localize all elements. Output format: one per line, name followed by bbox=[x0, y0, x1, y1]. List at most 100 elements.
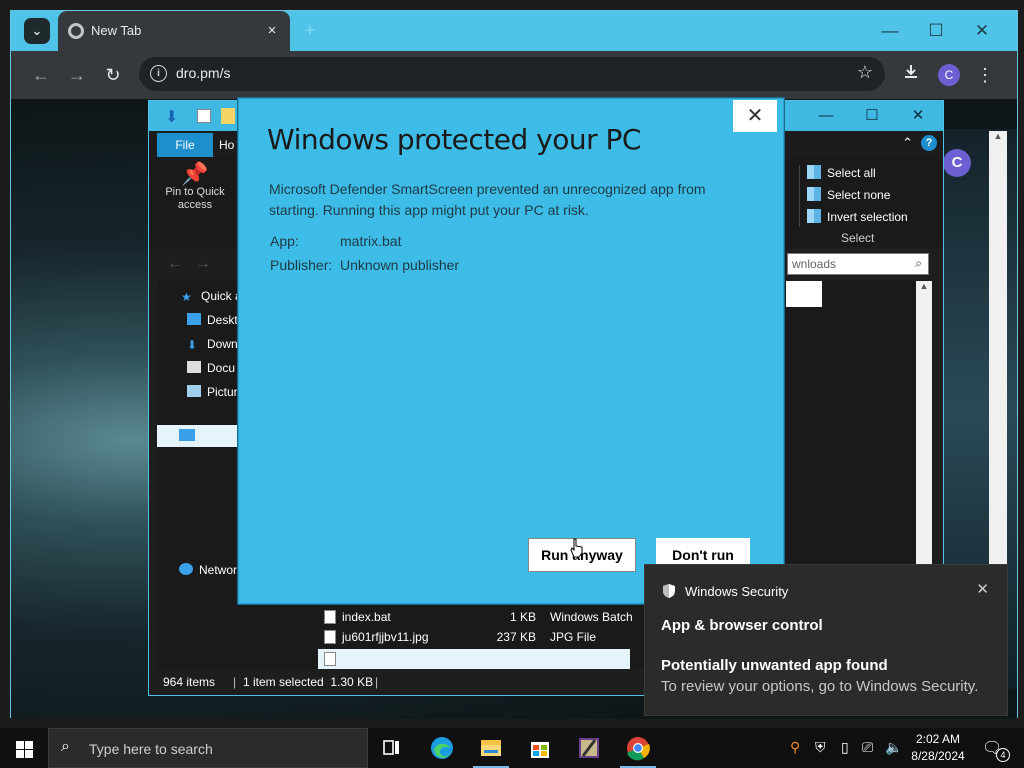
publisher-label: Publisher: bbox=[270, 257, 333, 273]
invert-selection-icon bbox=[807, 209, 821, 223]
site-info-icon[interactable]: i bbox=[150, 65, 167, 82]
tab-search-button[interactable]: ⌄ bbox=[24, 18, 50, 44]
toast-subheading: Potentially unwanted app found bbox=[661, 657, 888, 674]
windows-security-tray-icon[interactable]: ⛨ bbox=[815, 739, 826, 756]
minimize-button[interactable]: — bbox=[875, 19, 905, 43]
clock-date: 8/28/2024 bbox=[911, 749, 965, 763]
toast-app-name: Windows Security bbox=[685, 584, 789, 599]
explorer-close-button[interactable]: ✕ bbox=[903, 105, 933, 127]
start-button[interactable] bbox=[0, 728, 48, 768]
file-row[interactable]: index.bat 1 KB Windows Batch bbox=[318, 607, 648, 627]
dialog-close-button[interactable]: ✕ bbox=[733, 100, 777, 132]
file-row[interactable]: ju601rfjjbv11.jpg 237 KB JPG File bbox=[318, 627, 648, 647]
dialog-description: Microsoft Defender SmartScreen prevented… bbox=[269, 181, 706, 218]
chrome-icon bbox=[627, 737, 650, 761]
status-divider: | bbox=[375, 675, 379, 689]
windows-logo-icon bbox=[16, 741, 24, 749]
url-text[interactable]: dro.pm/s bbox=[176, 65, 230, 81]
back-button[interactable]: ← bbox=[29, 63, 53, 87]
ribbon-divider bbox=[799, 165, 800, 227]
edge-icon bbox=[431, 737, 453, 759]
taskbar-search-box[interactable]: ⌕ Type here to search bbox=[48, 728, 368, 768]
nav-item-pictures[interactable]: Pictur bbox=[187, 385, 238, 399]
publisher-value: Unknown publisher bbox=[340, 257, 460, 273]
tab-new-tab[interactable]: New Tab × bbox=[58, 11, 290, 51]
search-icon: ⌕ bbox=[915, 256, 922, 270]
address-bar[interactable]: i dro.pm/s ☆ bbox=[139, 57, 885, 91]
taskbar-winrar[interactable] bbox=[565, 728, 613, 768]
network-icon[interactable]: ⎚ bbox=[862, 739, 873, 756]
explorer-forward-icon[interactable]: → bbox=[195, 255, 211, 273]
more-menu-icon[interactable]: ⋮ bbox=[973, 63, 997, 87]
taskbar-chrome[interactable] bbox=[614, 728, 662, 768]
jpg-file-icon bbox=[324, 630, 336, 644]
close-window-button[interactable]: ✕ bbox=[967, 19, 997, 43]
collapse-ribbon-icon[interactable]: ⌃ bbox=[902, 135, 913, 151]
battery-icon[interactable]: ▯ bbox=[841, 739, 849, 756]
column-header-fragment bbox=[786, 281, 822, 307]
taskbar-store[interactable] bbox=[516, 728, 564, 768]
scroll-up-icon[interactable]: ▲ bbox=[916, 281, 932, 291]
file-row-selected[interactable] bbox=[318, 649, 630, 669]
toast-heading: App & browser control bbox=[661, 617, 823, 634]
winrar-icon bbox=[579, 738, 599, 758]
taskbar-search-placeholder: Type here to search bbox=[89, 741, 213, 757]
pin-to-quick-access-button[interactable]: 📌 Pin to Quick access bbox=[159, 161, 231, 212]
scroll-up-icon[interactable]: ▲ bbox=[989, 131, 1007, 141]
network-icon bbox=[179, 563, 193, 575]
nav-item-this-pc[interactable] bbox=[179, 429, 201, 443]
pictures-icon bbox=[187, 385, 201, 397]
star-icon: ★ bbox=[181, 290, 192, 304]
explorer-search-input[interactable]: wnloads ⌕ bbox=[787, 253, 929, 275]
page-scrollbar[interactable]: ▲ bbox=[989, 131, 1007, 567]
item-count: 964 items bbox=[163, 675, 216, 689]
profile-avatar[interactable]: C bbox=[938, 64, 960, 86]
bookmark-star-icon[interactable]: ☆ bbox=[857, 62, 873, 83]
tab-title: New Tab bbox=[91, 23, 142, 38]
explorer-maximize-button[interactable]: ☐ bbox=[857, 105, 887, 127]
pin-label: Pin to Quick access bbox=[165, 186, 225, 211]
shield-icon bbox=[663, 584, 675, 598]
invert-selection-button[interactable]: Invert selection bbox=[807, 209, 908, 224]
windows-security-toast[interactable]: Windows Security ✕ App & browser control… bbox=[644, 564, 1008, 716]
batch-file-icon bbox=[324, 652, 336, 666]
nav-item-documents[interactable]: Docu bbox=[187, 361, 235, 375]
clock-time: 2:02 AM bbox=[915, 732, 961, 746]
tab-close-button[interactable]: × bbox=[262, 21, 282, 41]
clock[interactable]: 2:02 AM 8/28/2024 bbox=[900, 731, 976, 765]
task-view-button[interactable] bbox=[368, 728, 416, 768]
page-avatar[interactable]: C bbox=[943, 149, 971, 177]
toast-close-icon[interactable]: ✕ bbox=[976, 580, 989, 598]
ribbon-tab-home[interactable]: Ho bbox=[219, 133, 234, 157]
new-folder-icon[interactable] bbox=[221, 108, 235, 124]
explorer-minimize-button[interactable]: — bbox=[811, 105, 841, 127]
download-icon[interactable] bbox=[899, 63, 923, 87]
smartscreen-dialog: ✕ Windows protected your PC Microsoft De… bbox=[238, 98, 784, 604]
reload-button[interactable]: ↻ bbox=[101, 63, 125, 87]
folder-icon bbox=[481, 740, 501, 756]
mouse-cursor-icon bbox=[570, 538, 583, 558]
pin-icon: 📌 bbox=[181, 161, 209, 186]
properties-icon[interactable] bbox=[197, 109, 211, 123]
help-icon[interactable]: ? bbox=[921, 135, 937, 151]
select-none-icon bbox=[807, 187, 821, 201]
forward-button[interactable]: → bbox=[65, 63, 89, 87]
new-tab-button[interactable]: + bbox=[297, 18, 323, 44]
nav-item-desktop[interactable]: Deskt bbox=[187, 313, 238, 327]
explorer-back-icon[interactable]: ← bbox=[167, 255, 183, 273]
ribbon-tab-file[interactable]: File bbox=[157, 133, 213, 157]
tab-strip: ⌄ New Tab × + — ☐ ✕ bbox=[11, 11, 1017, 51]
select-group-label: Select bbox=[841, 231, 875, 245]
publisher-row: Publisher: Unknown publisher bbox=[270, 257, 459, 273]
nav-item-downloads[interactable]: ⬇ Down bbox=[187, 337, 238, 352]
tray-app-icon[interactable]: ⚲ bbox=[790, 739, 800, 756]
nav-item-quick-access[interactable]: ★ Quick a bbox=[181, 289, 242, 304]
selection-status: 1 item selected 1.30 KB bbox=[243, 675, 374, 689]
quick-access-down-arrow-icon[interactable]: ⬇ bbox=[165, 107, 178, 127]
select-none-button[interactable]: Select none bbox=[807, 187, 890, 202]
select-all-button[interactable]: Select all bbox=[807, 165, 876, 180]
maximize-button[interactable]: ☐ bbox=[921, 19, 951, 43]
taskbar-edge[interactable] bbox=[418, 728, 466, 768]
nav-item-network[interactable]: Networ bbox=[179, 563, 237, 577]
taskbar-file-explorer[interactable] bbox=[467, 728, 515, 768]
